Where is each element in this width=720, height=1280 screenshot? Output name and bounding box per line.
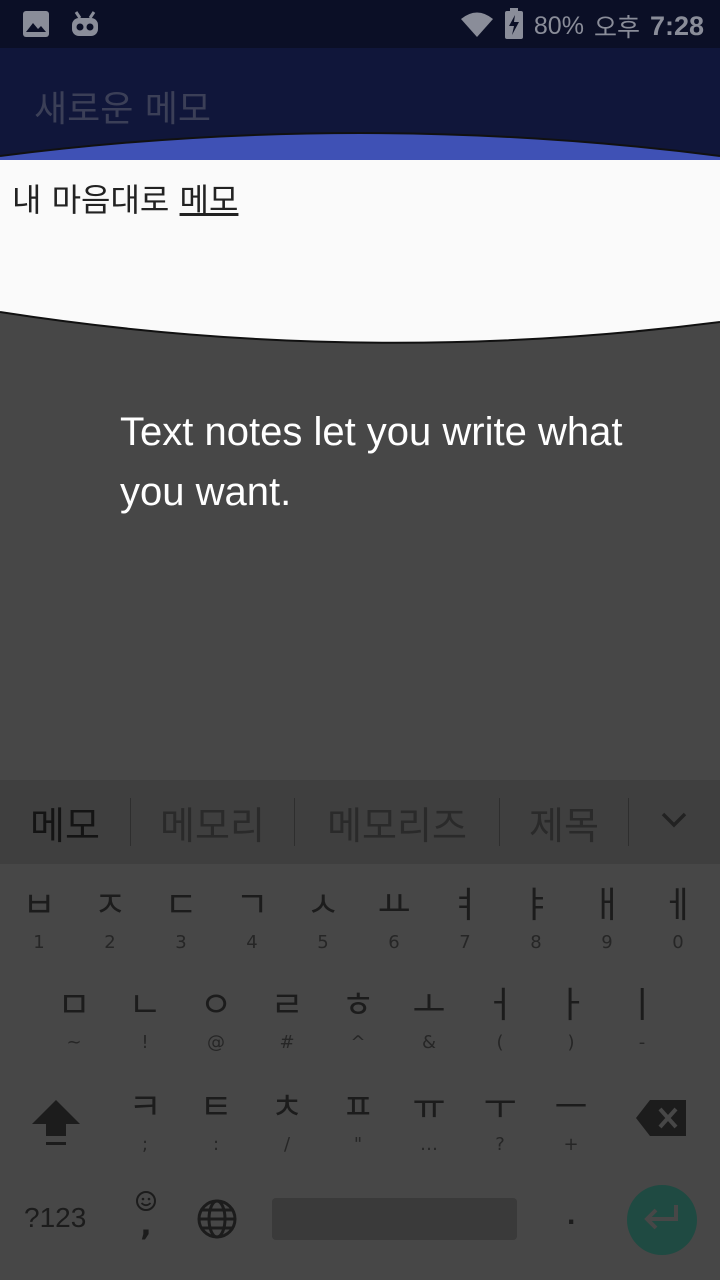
key[interactable]: ㅏ) xyxy=(536,986,606,1054)
note-text-composing: 메모 xyxy=(179,181,239,219)
key[interactable]: ㅋ; xyxy=(110,1088,180,1156)
suggestion-item[interactable]: 메모리즈 xyxy=(295,795,499,850)
battery-percent: 80% xyxy=(533,11,584,40)
enter-icon xyxy=(642,1203,682,1237)
period-key[interactable]: . xyxy=(567,1198,575,1232)
shift-icon xyxy=(30,1100,82,1152)
key[interactable]: ㅅ5 xyxy=(288,886,358,954)
key[interactable]: ㄱ4 xyxy=(217,886,287,954)
suggestion-item[interactable]: 제목 xyxy=(500,795,628,850)
key[interactable]: ㅣ- xyxy=(607,986,677,1054)
emoji-comma-key[interactable]: , xyxy=(130,1190,162,1243)
key[interactable]: ㅕ7 xyxy=(430,886,500,954)
backspace-key[interactable] xyxy=(636,1100,688,1140)
key[interactable]: ㅛ6 xyxy=(359,886,429,954)
key[interactable]: ㅓ( xyxy=(465,986,535,1054)
expand-suggestions-button[interactable] xyxy=(629,811,719,833)
enter-key[interactable] xyxy=(627,1185,697,1255)
shift-key[interactable] xyxy=(30,1098,82,1152)
key[interactable]: ㅍ " xyxy=(323,1088,393,1156)
key[interactable]: ㅈ2 xyxy=(75,886,145,954)
comma-label: , xyxy=(140,1208,152,1243)
tutorial-message: Text notes let you write what you want. xyxy=(120,410,623,514)
key[interactable]: ㅌ: xyxy=(181,1088,251,1156)
image-icon xyxy=(22,10,50,42)
space-key[interactable] xyxy=(272,1198,517,1240)
note-input[interactable]: 내 마음대로 메모 xyxy=(12,175,238,221)
key[interactable]: ㅠ… xyxy=(394,1088,464,1156)
key[interactable]: ㅐ9 xyxy=(572,886,642,954)
am-pm: 오후 xyxy=(593,14,640,42)
key[interactable]: ㄴ! xyxy=(110,986,180,1054)
language-key[interactable] xyxy=(196,1198,238,1244)
key[interactable]: ㅜ? xyxy=(465,1088,535,1156)
suggestion-item[interactable]: 메모리 xyxy=(131,795,294,850)
key[interactable]: ㅔ0 xyxy=(643,886,713,954)
status-bar: 80% 오후 7:28 xyxy=(0,0,720,48)
android-debug-icon xyxy=(70,10,100,42)
key[interactable]: ㅎ ^ xyxy=(323,986,393,1054)
symbols-key[interactable]: ?123 xyxy=(24,1202,86,1234)
chevron-down-icon xyxy=(660,811,688,833)
spotlight-bottom-edge xyxy=(0,311,720,360)
note-text-committed: 내 마음대로 xyxy=(12,181,180,219)
key[interactable]: ㅇ @ xyxy=(181,986,251,1054)
suggestion-bar: 메모 메모리 메모리즈 제목 xyxy=(0,780,720,864)
globe-icon xyxy=(196,1199,238,1244)
key[interactable]: ㅂ1 xyxy=(4,886,74,954)
key[interactable]: ㅊ / xyxy=(252,1088,322,1156)
key[interactable]: ㅗ & xyxy=(394,986,464,1054)
wifi-icon xyxy=(460,10,494,42)
key[interactable]: ㅁ ~ xyxy=(39,986,109,1054)
backspace-icon xyxy=(636,1100,688,1140)
suggestion-item[interactable]: 메모 xyxy=(0,795,130,850)
key[interactable]: ㄹ # xyxy=(252,986,322,1054)
key[interactable]: ㅡ + xyxy=(536,1088,606,1156)
clock: 7:28 xyxy=(649,10,704,41)
key[interactable]: ㅑ8 xyxy=(501,886,571,954)
keyboard: ㅂ1 ㅈ2 ㄷ3 ㄱ4 ㅅ5 ㅛ6 ㅕ7 ㅑ8 ㅐ9 ㅔ0 ㅁ ~ ㄴ! ㅇ @ ㄹ… xyxy=(0,864,720,1280)
battery-charging-icon xyxy=(504,8,524,44)
key[interactable]: ㄷ3 xyxy=(146,886,216,954)
